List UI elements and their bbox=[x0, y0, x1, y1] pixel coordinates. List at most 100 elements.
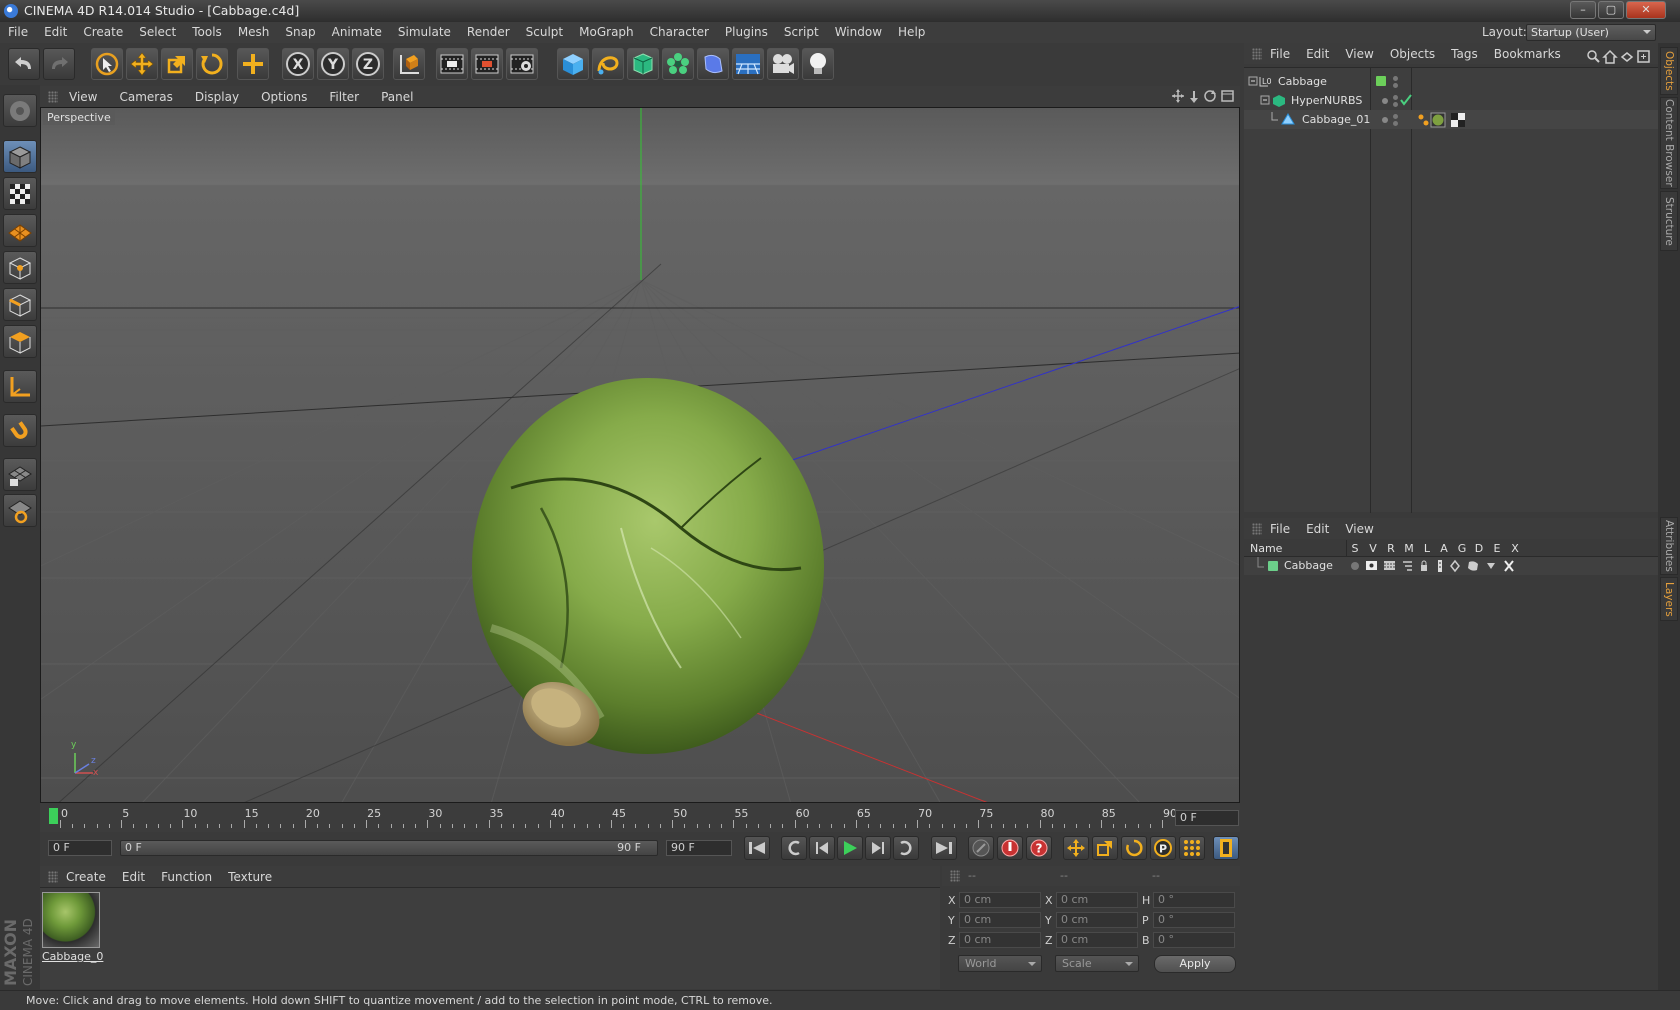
menu-mograph[interactable]: MoGraph bbox=[571, 22, 642, 43]
planar-workplane-button[interactable] bbox=[3, 494, 37, 527]
lock-toggle-icon[interactable] bbox=[1421, 560, 1427, 571]
material-menu-create[interactable]: Create bbox=[58, 870, 114, 884]
cabbage-model[interactable] bbox=[472, 378, 824, 758]
menu-plugins[interactable]: Plugins bbox=[717, 22, 776, 43]
object-row-cabbage-01[interactable]: Cabbage_01 bbox=[1244, 110, 1658, 129]
layer-col-locked[interactable]: L bbox=[1420, 540, 1434, 557]
tab-structure[interactable]: Structure bbox=[1660, 191, 1678, 251]
object-name[interactable]: Cabbage bbox=[1278, 72, 1327, 91]
menu-select[interactable]: Select bbox=[131, 22, 184, 43]
editor-visibility-dot[interactable] bbox=[1393, 114, 1398, 119]
start-frame-field[interactable]: 0 F bbox=[48, 840, 112, 856]
axis-mode-button[interactable] bbox=[3, 370, 37, 403]
menu-tools[interactable]: Tools bbox=[184, 22, 230, 43]
uvw-tag-icon[interactable] bbox=[1451, 113, 1465, 127]
viewport-menu-filter[interactable]: Filter bbox=[318, 90, 370, 104]
layer-col-view[interactable]: V bbox=[1366, 540, 1380, 557]
deformers-toggle-icon[interactable] bbox=[1468, 561, 1478, 571]
object-name[interactable]: HyperNURBS bbox=[1291, 91, 1362, 110]
motion-record-button[interactable] bbox=[968, 836, 994, 860]
workplane-mode-button[interactable] bbox=[3, 214, 37, 247]
minimize-button[interactable]: – bbox=[1570, 1, 1596, 19]
manager-toggle-icon[interactable] bbox=[1403, 561, 1412, 571]
menu-create[interactable]: Create bbox=[75, 22, 131, 43]
layer-menu-view[interactable]: View bbox=[1337, 522, 1381, 536]
render-visibility-dot[interactable] bbox=[1393, 102, 1398, 107]
viewport-menu-display[interactable]: Display bbox=[184, 90, 250, 104]
scale-button[interactable] bbox=[161, 48, 193, 80]
dolly-icon[interactable] bbox=[1190, 91, 1198, 103]
material-tag-icon[interactable] bbox=[1430, 112, 1446, 128]
add-deformer-button[interactable] bbox=[697, 48, 729, 80]
layer-col-animation[interactable]: A bbox=[1437, 540, 1451, 557]
add-spline-button[interactable] bbox=[592, 48, 624, 80]
menu-simulate[interactable]: Simulate bbox=[390, 22, 459, 43]
viewport-menu-options[interactable]: Options bbox=[250, 90, 318, 104]
objects-menu-bookmarks[interactable]: Bookmarks bbox=[1486, 47, 1569, 61]
layer-col-solo[interactable]: S bbox=[1348, 540, 1362, 557]
layer-color-swatch[interactable] bbox=[1376, 76, 1386, 86]
maximize-viewport-icon[interactable] bbox=[1221, 90, 1234, 102]
add-light-button[interactable] bbox=[802, 48, 834, 80]
autokey-button[interactable]: ? bbox=[1026, 836, 1052, 860]
key-scale-button[interactable] bbox=[1092, 836, 1118, 860]
key-parameter-button[interactable]: P bbox=[1150, 836, 1176, 860]
viewport-menu-cameras[interactable]: Cameras bbox=[108, 90, 183, 104]
edges-mode-button[interactable] bbox=[3, 288, 37, 321]
object-name[interactable]: Cabbage_01 bbox=[1302, 110, 1370, 129]
render-visibility-dot[interactable] bbox=[1393, 83, 1398, 88]
close-button[interactable]: ✕ bbox=[1626, 1, 1666, 19]
generators-toggle-icon[interactable] bbox=[1450, 559, 1460, 573]
new-window-icon[interactable] bbox=[1637, 50, 1650, 63]
objects-menu-view[interactable]: View bbox=[1337, 47, 1381, 61]
lock-z-button[interactable]: Z bbox=[352, 48, 384, 80]
layer-col-name[interactable]: Name bbox=[1250, 540, 1282, 557]
layer-menu-edit[interactable]: Edit bbox=[1298, 522, 1337, 536]
menu-mesh[interactable]: Mesh bbox=[230, 22, 278, 43]
collapse-icon[interactable] bbox=[1620, 52, 1634, 62]
viewport-menu-view[interactable]: View bbox=[58, 90, 108, 104]
perspective-viewport[interactable]: y x z Perspective bbox=[40, 107, 1240, 803]
record-keys-button[interactable] bbox=[997, 836, 1023, 860]
render-picture-viewer-button[interactable] bbox=[471, 48, 503, 80]
objects-menu-objects[interactable]: Objects bbox=[1382, 47, 1443, 61]
home-icon[interactable] bbox=[1602, 49, 1618, 64]
animation-toggle-icon[interactable] bbox=[1438, 560, 1442, 572]
expressions-toggle-icon[interactable] bbox=[1487, 563, 1495, 569]
layer-col-manager[interactable]: M bbox=[1402, 540, 1416, 557]
viewport-menu-panel[interactable]: Panel bbox=[370, 90, 424, 104]
add-mograph-button[interactable] bbox=[662, 48, 694, 80]
previous-frame-button[interactable] bbox=[809, 836, 835, 860]
layout-dropdown[interactable]: Startup (User) bbox=[1526, 24, 1656, 41]
add-nurbs-button[interactable] bbox=[627, 48, 659, 80]
preview-range-slider[interactable]: 0 F 90 F bbox=[120, 840, 658, 856]
texture-mode-button[interactable] bbox=[3, 177, 37, 210]
key-rotation-button[interactable] bbox=[1121, 836, 1147, 860]
coordinate-mode-dropdown[interactable]: Scale bbox=[1055, 955, 1139, 972]
tab-objects[interactable]: Objects bbox=[1660, 47, 1678, 95]
move-button[interactable] bbox=[126, 48, 158, 80]
layer-col-generators[interactable]: G bbox=[1455, 540, 1469, 557]
tab-attributes[interactable]: Attributes bbox=[1660, 517, 1678, 575]
menu-animate[interactable]: Animate bbox=[324, 22, 390, 43]
material-menu-function[interactable]: Function bbox=[153, 870, 220, 884]
search-icon[interactable] bbox=[1587, 50, 1600, 63]
viewport-nav-icons[interactable] bbox=[1172, 89, 1238, 105]
add-floor-button[interactable] bbox=[732, 48, 764, 80]
coordinate-system-button[interactable] bbox=[393, 48, 425, 80]
pos-x-field[interactable]: 0 cm bbox=[959, 892, 1041, 908]
size-y-field[interactable]: 0 cm bbox=[1056, 912, 1138, 928]
menu-script[interactable]: Script bbox=[776, 22, 827, 43]
menu-window[interactable]: Window bbox=[827, 22, 890, 43]
menu-edit[interactable]: Edit bbox=[36, 22, 75, 43]
orbit-icon[interactable] bbox=[1204, 90, 1216, 102]
maximize-button[interactable]: ▢ bbox=[1598, 1, 1624, 19]
expand-tree-icon[interactable]: L0 bbox=[1248, 75, 1274, 89]
end-frame-field[interactable]: 90 F bbox=[666, 840, 732, 856]
solo-toggle-icon[interactable] bbox=[1351, 562, 1359, 570]
go-to-end-button[interactable] bbox=[931, 836, 957, 860]
tab-content-browser[interactable]: Content Browser bbox=[1660, 97, 1678, 189]
render-visibility-dot[interactable] bbox=[1393, 121, 1398, 126]
objects-menu-edit[interactable]: Edit bbox=[1298, 47, 1337, 61]
polygons-mode-button[interactable] bbox=[3, 325, 37, 358]
